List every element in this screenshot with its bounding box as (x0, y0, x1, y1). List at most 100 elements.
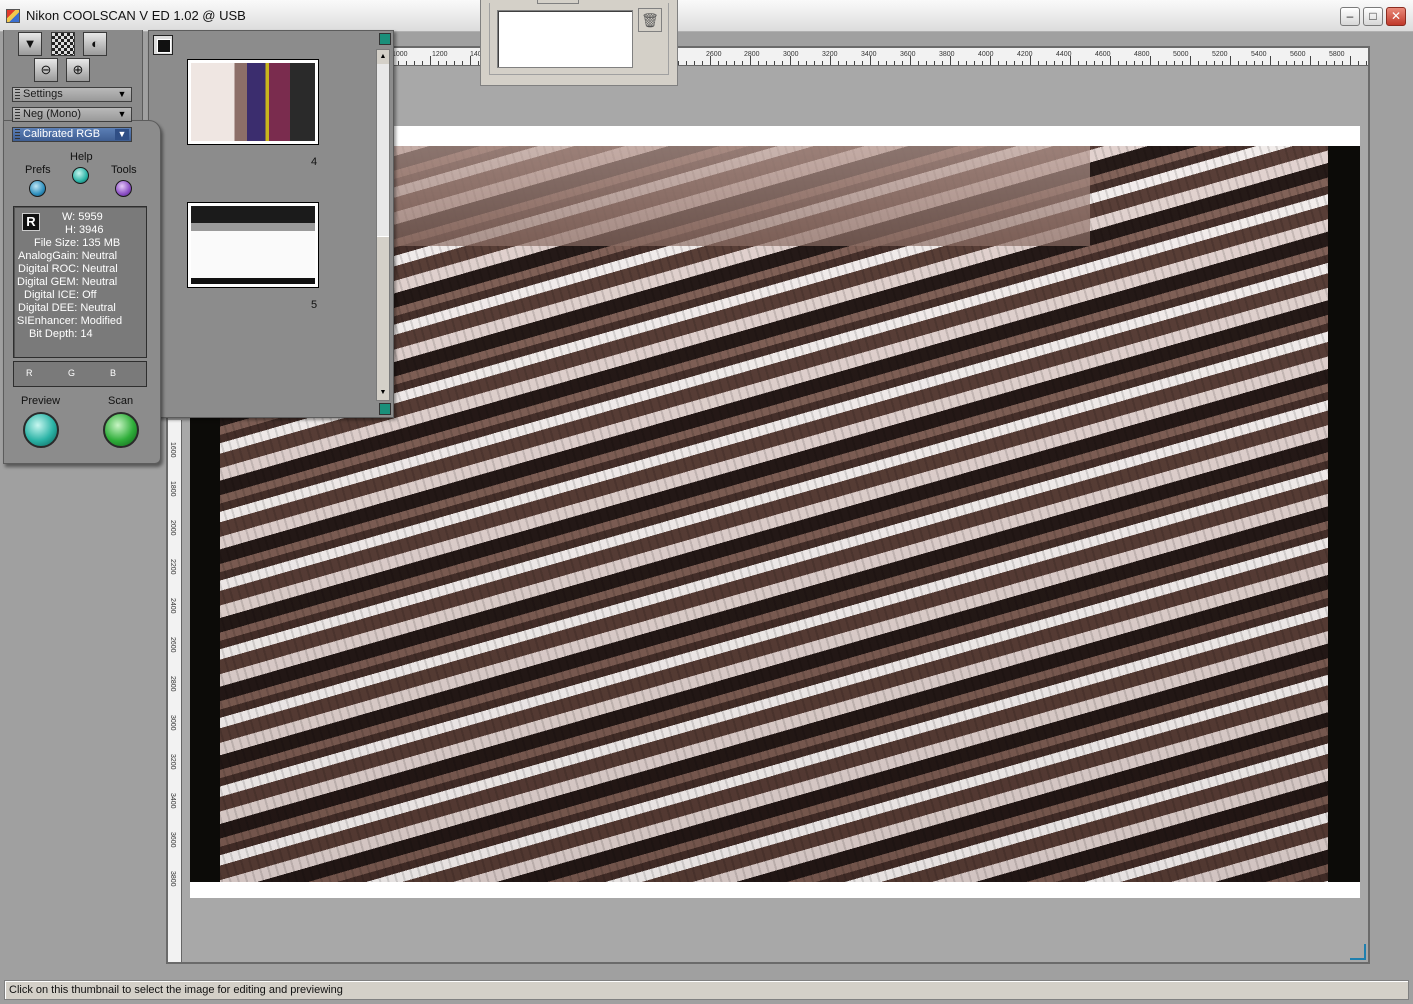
ruler-tick-mark (1166, 61, 1167, 65)
ruler-tick-mark (918, 61, 919, 65)
chevron-down-icon: ▼ (117, 109, 127, 119)
ruler-tick-mark (1070, 56, 1071, 65)
ruler-tick-mark (734, 61, 735, 65)
ruler-tick-label: 3400 (861, 51, 877, 58)
ruler-tick-mark (478, 61, 479, 65)
ruler-tick-mark (414, 61, 415, 65)
info-file-size: File Size: 135 MB (34, 237, 121, 249)
ruler-tick-mark (998, 61, 999, 65)
film-type-dropdown[interactable]: Neg (Mono) ▼ (12, 107, 132, 122)
minimize-button[interactable]: – (1340, 7, 1360, 26)
help-button[interactable] (72, 167, 89, 184)
ruler-tick-mark (894, 61, 895, 65)
drag-handle-icon (15, 129, 20, 140)
film-border-right (1328, 146, 1360, 882)
scan-button[interactable] (103, 412, 139, 448)
ruler-tick-mark (430, 56, 431, 65)
ruler-tick-label: 4600 (1095, 51, 1111, 58)
ruler-tick-label: 2800 (169, 676, 176, 692)
contrast-icon[interactable]: ◐ (83, 32, 107, 56)
ruler-tick-mark (462, 61, 463, 65)
app-icon[interactable] (6, 9, 20, 23)
ruler-tick-mark (958, 61, 959, 65)
ruler-tick-mark (398, 61, 399, 65)
ruler-tick-mark (846, 61, 847, 65)
ruler-tick-mark (1214, 61, 1215, 65)
thumbnail-image (191, 206, 315, 284)
ruler-tick-mark (406, 61, 407, 65)
ruler-tick-label: 1000 (392, 51, 408, 58)
settings-dropdown[interactable]: Settings ▼ (12, 87, 132, 102)
ruler-tick-mark (1366, 61, 1367, 65)
ruler-tick-mark (822, 61, 823, 65)
preview-button[interactable] (23, 412, 59, 448)
ruler-tick-mark (1238, 61, 1239, 65)
ruler-tick-mark (862, 61, 863, 65)
ruler-tick-label: 2600 (706, 51, 722, 58)
status-bar: Click on this thumbnail to select the im… (4, 980, 1409, 1000)
ruler-tick-mark (782, 61, 783, 65)
ruler-tick-mark (1102, 61, 1103, 65)
ruler-tick-mark (902, 61, 903, 65)
ruler-tick-label: 4800 (1134, 51, 1150, 58)
zoom-in-icon[interactable]: ⊕ (66, 58, 90, 82)
title-bar: Nikon COOLSCAN V ED 1.02 @ USB – □ ✕ (0, 0, 1413, 32)
ruler-tick-mark (1318, 61, 1319, 65)
ruler-tick-mark (446, 61, 447, 65)
maximize-button[interactable]: □ (1363, 7, 1383, 26)
channel-b-label: B (110, 368, 117, 378)
ruler-tick-mark (694, 61, 695, 65)
thumbnail-frame-4[interactable] (187, 59, 319, 145)
scroll-thumb[interactable] (377, 236, 389, 390)
ruler-tick-mark (1310, 56, 1311, 65)
ruler-tick-label: 2800 (744, 51, 760, 58)
drag-handle-icon (15, 109, 20, 120)
ruler-tick-mark (1030, 56, 1031, 65)
ruler-tick-label: 5800 (1329, 51, 1345, 58)
ruler-tick-label: 3800 (939, 51, 955, 58)
thumbnail-frame-5[interactable] (187, 202, 319, 288)
collapse-arrow-icon[interactable] (379, 33, 391, 45)
ruler-tick-mark (1038, 61, 1039, 65)
menu-icon[interactable]: ▼ (18, 32, 42, 56)
status-text: Click on this thumbnail to select the im… (9, 984, 343, 996)
ruler-tick-mark (1126, 61, 1127, 65)
ruler-tick-mark (1094, 61, 1095, 65)
ruler-tick-mark (926, 61, 927, 65)
scroll-up-icon[interactable]: ▲ (377, 50, 389, 64)
ruler-tick-mark (470, 56, 471, 65)
help-label: Help (70, 151, 93, 163)
reset-badge[interactable]: R (22, 213, 40, 231)
ruler-tick-mark (1174, 61, 1175, 65)
expand-corner-icon[interactable] (379, 403, 391, 415)
tools-button[interactable] (115, 180, 132, 197)
ruler-tick-mark (1262, 61, 1263, 65)
ruler-tick-mark (454, 61, 455, 65)
ruler-tick-label: 3000 (169, 715, 176, 731)
resize-grip[interactable] (1350, 944, 1366, 960)
ruler-tick-mark (774, 61, 775, 65)
ruler-tick-label: 2000 (169, 520, 176, 536)
info-digital-roc: Digital ROC: Neutral (18, 263, 118, 275)
close-button[interactable]: ✕ (1386, 7, 1406, 26)
ruler-tick-mark (1022, 61, 1023, 65)
thumbnail-scrollbar[interactable]: ▲ ▼ (376, 49, 390, 401)
ruler-tick-mark (1198, 61, 1199, 65)
color-space-dropdown[interactable]: Calibrated RGB ▼ (12, 127, 132, 142)
ruler-tick-label: 2600 (169, 637, 176, 653)
scroll-down-icon[interactable]: ▼ (377, 386, 389, 400)
checkerboard-icon[interactable] (51, 32, 75, 56)
zoom-out-icon[interactable]: ⊖ (34, 58, 58, 82)
ruler-tick-label: 3600 (900, 51, 916, 58)
ruler-tick-mark (870, 56, 871, 65)
ruler-tick-mark (1222, 61, 1223, 65)
trash-icon[interactable]: 🗑 (638, 8, 662, 32)
ruler-tick-mark (1342, 61, 1343, 65)
ruler-tick-mark (1206, 61, 1207, 65)
floating-list-box[interactable] (497, 10, 633, 68)
ruler-tick-label: 3200 (169, 754, 176, 770)
prefs-button[interactable] (29, 180, 46, 197)
ruler-tick-mark (702, 61, 703, 65)
channel-r-label: R (26, 368, 33, 378)
ruler-tick-label: 5200 (1212, 51, 1228, 58)
